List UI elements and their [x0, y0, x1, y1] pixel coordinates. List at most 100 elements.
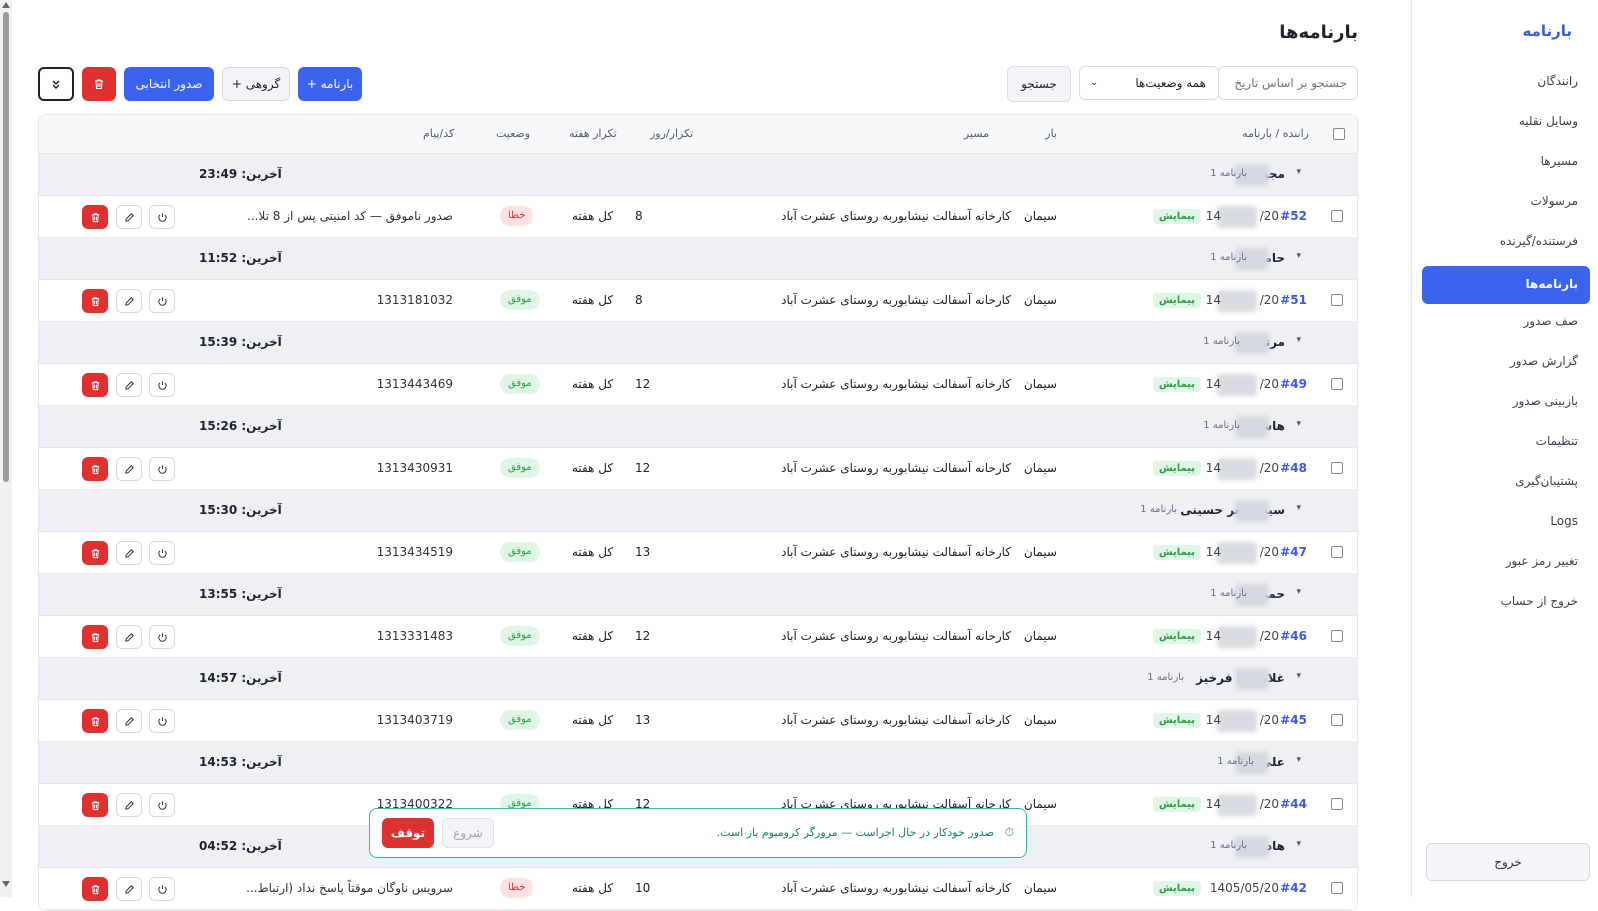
scroll-down-arrow-icon[interactable] — [2, 881, 10, 887]
sidebar-item-13[interactable]: خروج از حساب — [1422, 586, 1590, 626]
sidebar-brand[interactable]: بارنامه — [1522, 22, 1572, 40]
scroll-up-arrow-icon[interactable] — [2, 2, 10, 8]
sidebar-item-0[interactable]: رانندگان — [1422, 66, 1590, 106]
toggle-button[interactable] — [149, 373, 175, 397]
group-row[interactable]: ▾ علی 1 بارنامه آخرین: 14:53 — [39, 742, 1357, 784]
row-checkbox[interactable] — [1331, 630, 1343, 642]
group-row[interactable]: ▾ مجید 1 بارنامه آخرین: 23:49 — [39, 154, 1357, 196]
sidebar-item-6[interactable]: صف صدور — [1422, 306, 1590, 346]
sidebar-item-5[interactable]: بارنامه‌ها — [1422, 266, 1590, 304]
caret-down-icon[interactable]: ▾ — [1296, 671, 1301, 681]
edit-button[interactable] — [116, 457, 142, 481]
sidebar-item-10[interactable]: پشتیبان‌گیری — [1422, 466, 1590, 506]
row-checkbox[interactable] — [1331, 546, 1343, 558]
delete-button[interactable] — [82, 289, 108, 313]
row-checkbox[interactable] — [1331, 714, 1343, 726]
row-checkbox[interactable] — [1331, 294, 1343, 306]
group-row[interactable]: ▾ حامد 1 بارنامه آخرین: 11:52 — [39, 238, 1357, 280]
sidebar-item-3[interactable]: مرسولات — [1422, 186, 1590, 226]
caret-down-icon[interactable]: ▾ — [1296, 755, 1301, 765]
edit-button[interactable] — [116, 541, 142, 565]
edit-button[interactable] — [116, 793, 142, 817]
caret-down-icon[interactable]: ▾ — [1296, 419, 1301, 429]
bar-id[interactable]: #52 — [1280, 209, 1307, 223]
group-row[interactable]: ▾ سید اصغر حسینی 1 بارنامه آخرین: 15:30 — [39, 490, 1357, 532]
row-checkbox[interactable] — [1331, 210, 1343, 222]
caret-down-icon[interactable]: ▾ — [1296, 335, 1301, 345]
table-row[interactable]: #42 1405/05/20 پیمایش سیمان کارخانه آسفالت ن… — [39, 868, 1357, 910]
delete-button[interactable] — [82, 877, 108, 901]
group-row[interactable]: ▾غلامرضا فرخیز1 بارنامهآخرین: 14:57 — [39, 658, 1357, 700]
caret-down-icon[interactable]: ▾ — [1296, 251, 1301, 261]
bar-id[interactable]: #48 — [1280, 461, 1307, 475]
add-bar-button[interactable]: + بارنامه — [298, 67, 362, 101]
toggle-button[interactable] — [149, 625, 175, 649]
delete-button[interactable] — [82, 373, 108, 397]
group-row[interactable]: ▾ حمید 1 بارنامه آخرین: 13:55 — [39, 574, 1357, 616]
toggle-button[interactable] — [149, 289, 175, 313]
start-button[interactable]: شروع — [442, 818, 494, 848]
collapse-all-button[interactable] — [38, 67, 74, 101]
toggle-button[interactable] — [149, 793, 175, 817]
delete-button[interactable] — [82, 205, 108, 229]
date-search-input[interactable] — [1218, 66, 1358, 100]
edit-button[interactable] — [116, 709, 142, 733]
stop-button[interactable]: توقف — [382, 818, 434, 848]
caret-down-icon[interactable]: ▾ — [1296, 839, 1301, 849]
group-row[interactable]: ▾مرتضی1 بارنامهآخرین: 15:39 — [39, 322, 1357, 364]
sidebar-item-7[interactable]: گزارش صدور — [1422, 346, 1590, 386]
logout-button[interactable]: خروج — [1426, 843, 1590, 881]
sidebar-item-9[interactable]: تنظیمات — [1422, 426, 1590, 466]
table-row[interactable]: #48/20 14 پیمایش سیمان کارخانه آسفالت نیشابو… — [39, 448, 1357, 490]
row-checkbox[interactable] — [1331, 462, 1343, 474]
sidebar-item-12[interactable]: تغییر رمز عبور — [1422, 546, 1590, 586]
bar-id[interactable]: #51 — [1280, 293, 1307, 307]
edit-button[interactable] — [116, 373, 142, 397]
row-checkbox[interactable] — [1331, 378, 1343, 390]
select-all-checkbox[interactable] — [1333, 128, 1345, 140]
bulk-delete-button[interactable] — [82, 67, 116, 101]
edit-button[interactable] — [116, 289, 142, 313]
delete-button[interactable] — [82, 541, 108, 565]
group-row[interactable]: ▾هاشمی1 بارنامهآخرین: 15:26 — [39, 406, 1357, 448]
toggle-button[interactable] — [149, 205, 175, 229]
sidebar-item-2[interactable]: مسیرها — [1422, 146, 1590, 186]
edit-button[interactable] — [116, 205, 142, 229]
table-row[interactable]: #46/20 14 پیمایش سیمان کارخانه آسفالت نیشابو… — [39, 616, 1357, 658]
table-row[interactable]: #52/20 14 پیمایش سیمان کارخانه آسفالت نیشابو… — [39, 196, 1357, 238]
bar-id[interactable]: #45 — [1280, 713, 1307, 727]
sidebar-item-11[interactable]: Logs — [1422, 506, 1590, 546]
search-button[interactable]: جستجو — [1007, 66, 1071, 102]
caret-down-icon[interactable]: ▾ — [1296, 503, 1301, 513]
bar-id[interactable]: #44 — [1280, 797, 1307, 811]
delete-button[interactable] — [82, 793, 108, 817]
caret-down-icon[interactable]: ▾ — [1296, 167, 1301, 177]
add-group-button[interactable]: + گروهی — [222, 67, 290, 101]
table-row[interactable]: #51/20 14 پیمایش سیمان کارخانه آسفالت نیشابو… — [39, 280, 1357, 322]
bar-id[interactable]: #47 — [1280, 545, 1307, 559]
toggle-button[interactable] — [149, 541, 175, 565]
sidebar-item-4[interactable]: فرستنده/گیرنده — [1422, 226, 1590, 266]
bar-id[interactable]: #49 — [1280, 377, 1307, 391]
issue-selected-button[interactable]: صدور انتخابی — [124, 67, 214, 101]
delete-button[interactable] — [82, 709, 108, 733]
table-row[interactable]: #45/20 14 پیمایش سیمان کارخانه آسفالت نیشابو… — [39, 700, 1357, 742]
delete-button[interactable] — [82, 457, 108, 481]
edit-button[interactable] — [116, 625, 142, 649]
table-row[interactable]: #49/20 14 پیمایش سیمان کارخانه آسفالت نیشابو… — [39, 364, 1357, 406]
delete-button[interactable] — [82, 625, 108, 649]
row-checkbox[interactable] — [1331, 882, 1343, 894]
toggle-button[interactable] — [149, 709, 175, 733]
sidebar-item-1[interactable]: وسایل نقلیه — [1422, 106, 1590, 146]
toggle-button[interactable] — [149, 877, 175, 901]
page-scrollbar[interactable] — [0, 0, 12, 897]
sidebar-item-8[interactable]: بازبینی صدور — [1422, 386, 1590, 426]
bar-id[interactable]: #46 — [1280, 629, 1307, 643]
bar-id[interactable]: #42 — [1280, 881, 1307, 895]
table-row[interactable]: #47/20 14 پیمایش سیمان کارخانه آسفالت نیشابو… — [39, 532, 1357, 574]
caret-down-icon[interactable]: ▾ — [1296, 587, 1301, 597]
scroll-thumb[interactable] — [3, 12, 9, 482]
status-filter-select[interactable]: همه وضعیت‌ها ⌄ — [1079, 66, 1219, 100]
edit-button[interactable] — [116, 877, 142, 901]
row-checkbox[interactable] — [1331, 798, 1343, 810]
